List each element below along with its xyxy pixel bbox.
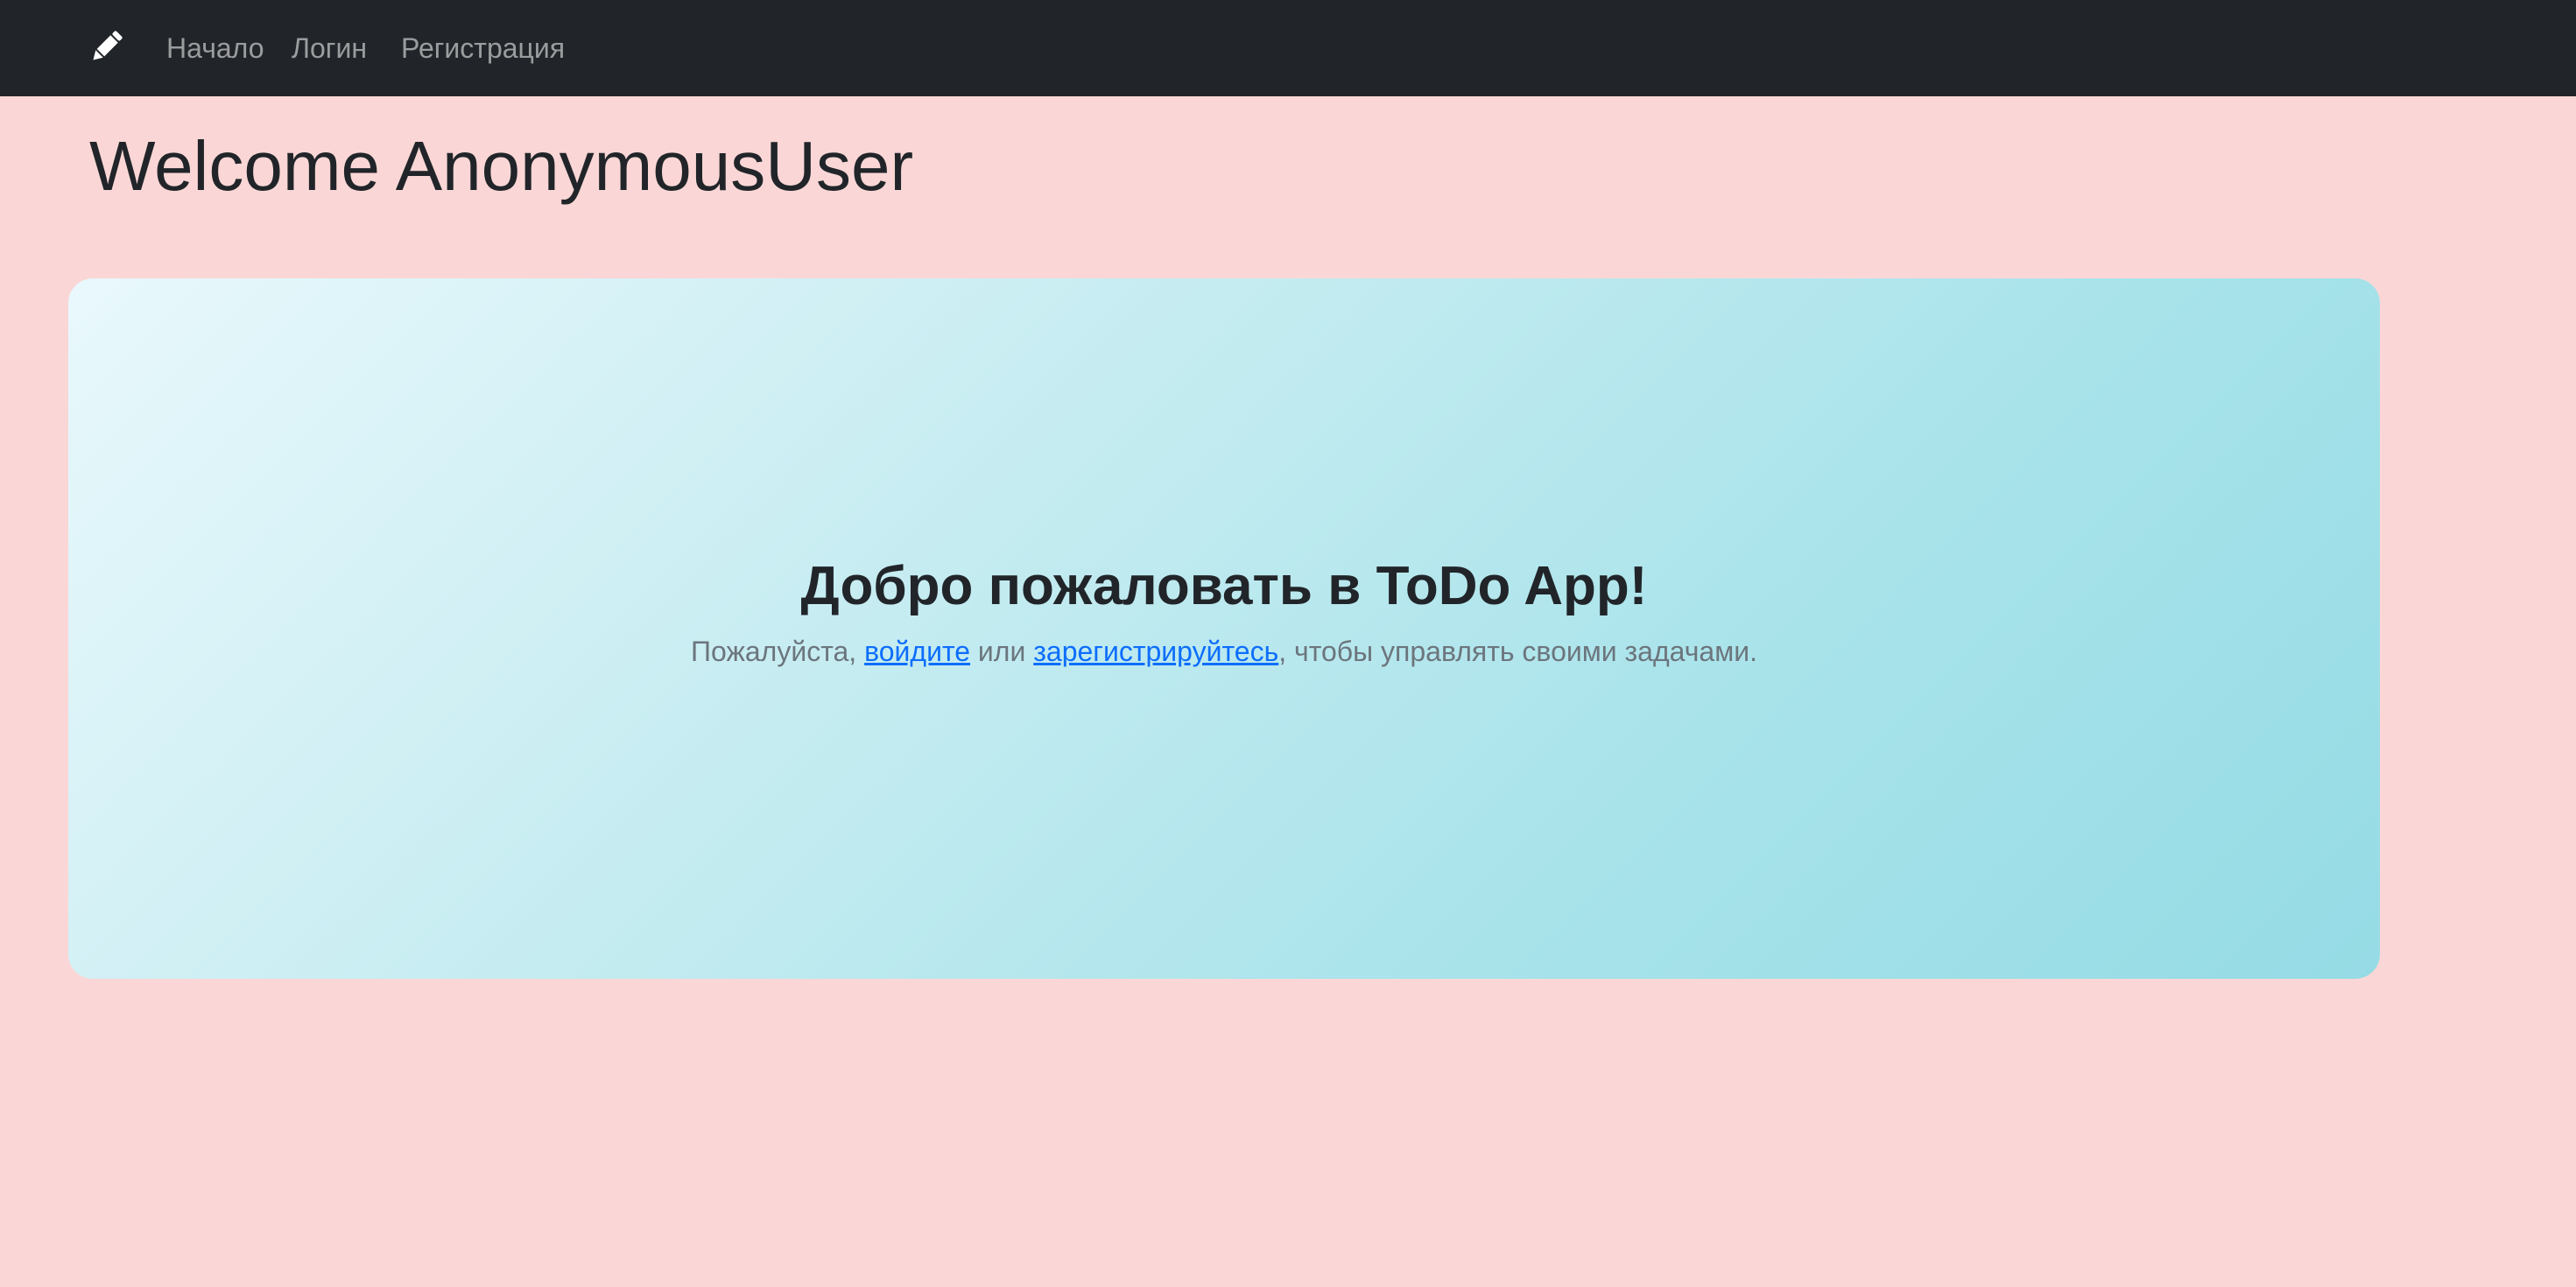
nav-link-home[interactable]: Начало: [166, 29, 264, 67]
brand-link[interactable]: [88, 27, 126, 66]
nav-link-register[interactable]: Регистрация: [401, 29, 565, 67]
page-title: Welcome AnonymousUser: [89, 127, 914, 205]
hero-message: Пожалуйста, войдите или зарегистрируйтес…: [68, 632, 2380, 671]
hero-text-after: , чтобы управлять своими задачами.: [1278, 636, 1757, 667]
register-link[interactable]: зарегистрируйтесь: [1033, 636, 1278, 667]
navbar: Начало Логин Регистрация: [0, 0, 2576, 96]
hero-title: Добро пожаловать в ToDo App!: [800, 556, 1648, 616]
login-link[interactable]: войдите: [864, 636, 970, 667]
nav-link-login[interactable]: Логин: [292, 29, 367, 67]
pencil-icon: [93, 31, 123, 60]
hero-text-middle: или: [970, 636, 1034, 667]
welcome-hero-card: Добро пожаловать в ToDo App! Пожалуйста,…: [68, 278, 2380, 979]
hero-text-before: Пожалуйста,: [691, 636, 865, 667]
